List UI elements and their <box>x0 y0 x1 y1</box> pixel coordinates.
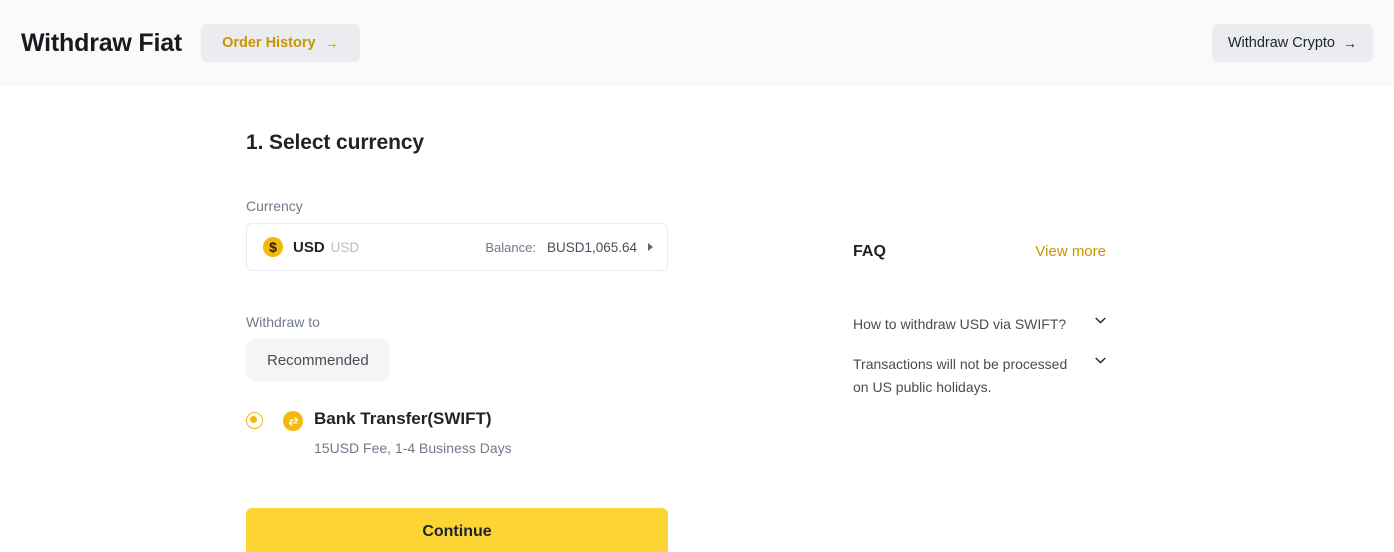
withdraw-crypto-label: Withdraw Crypto <box>1227 35 1335 51</box>
withdraw-crypto-button[interactable]: Withdraw Crypto → <box>1211 24 1373 62</box>
faq-item[interactable]: How to withdraw USD via SWIFT? <box>853 313 1106 335</box>
currency-code: USD <box>293 238 325 256</box>
chevron-down-icon[interactable] <box>1095 356 1106 367</box>
swift-exchange-icon <box>283 411 303 431</box>
balance-label: Balance: <box>485 239 536 255</box>
channel-fee-and-duration: 15USD Fee, 1-4 Business Days <box>314 439 512 456</box>
currency-selector[interactable]: $ USD USD Balance: BUSD1,065.64 <box>246 223 668 271</box>
tab-recommended-label: Recommended <box>267 351 369 369</box>
page-title: Withdraw Fiat <box>21 28 183 57</box>
order-history-label: Order History <box>222 35 316 51</box>
radio-bank-transfer-swift[interactable] <box>246 412 263 429</box>
dollar-sign-glyph: $ <box>269 239 277 255</box>
step-title: 1. Select currency <box>246 131 424 154</box>
currency-field-label: Currency <box>246 198 303 214</box>
page-header: Withdraw Fiat Order History → Withdraw C… <box>0 0 1394 86</box>
faq-question: Transactions will not be processed on US… <box>853 356 1068 395</box>
balance-group: Balance: BUSD1,065.64 <box>485 240 653 255</box>
usd-coin-icon: $ <box>263 237 283 257</box>
channel-name: Bank Transfer(SWIFT) <box>314 409 492 428</box>
faq-view-more-link[interactable]: View more <box>1035 243 1106 260</box>
withdraw-form-column: 1. Select currency Currency $ USD USD Ba… <box>246 131 668 552</box>
withdraw-channel-option[interactable]: Bank Transfer(SWIFT) 15USD Fee, 1-4 Busi… <box>246 407 668 456</box>
faq-question: How to withdraw USD via SWIFT? <box>853 316 1067 332</box>
faq-item[interactable]: Transactions will not be processed on US… <box>853 353 1106 398</box>
arrow-right-icon: → <box>1343 35 1357 51</box>
arrow-right-icon: → <box>324 35 339 51</box>
balance-value: BUSD1,065.64 <box>546 239 637 255</box>
continue-button[interactable]: Continue <box>246 507 668 552</box>
chevron-right-icon[interactable] <box>648 243 653 251</box>
tab-recommended[interactable]: Recommended <box>246 339 390 381</box>
channel-text-group: Bank Transfer(SWIFT) 15USD Fee, 1-4 Busi… <box>314 407 512 456</box>
faq-header: FAQ View more <box>853 243 1106 261</box>
page-content: 1. Select currency Currency $ USD USD Ba… <box>0 131 1394 552</box>
faq-panel: FAQ View more How to withdraw USD via SW… <box>853 243 1106 398</box>
faq-title: FAQ <box>853 243 886 260</box>
withdraw-to-label: Withdraw to <box>246 314 320 330</box>
chevron-down-icon[interactable] <box>1095 316 1106 327</box>
currency-name: USD <box>330 239 360 255</box>
order-history-button[interactable]: Order History → <box>201 24 360 62</box>
